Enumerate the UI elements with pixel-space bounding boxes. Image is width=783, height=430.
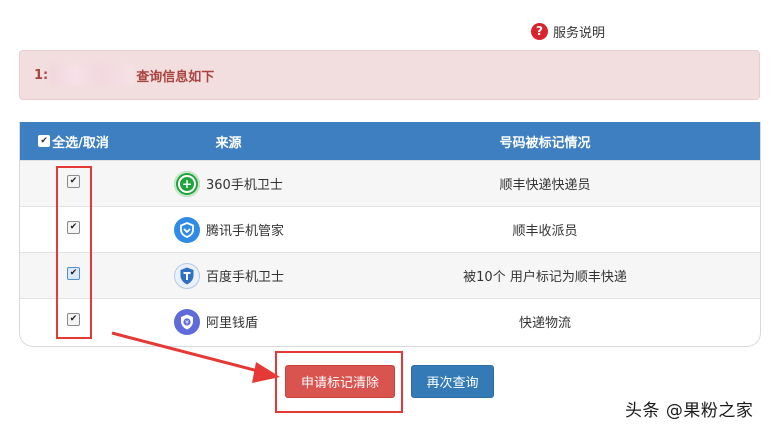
result-alert: 1: 查询信息如下 bbox=[19, 50, 760, 100]
redacted-phone bbox=[49, 64, 136, 86]
phone-prefix: 1: bbox=[34, 67, 49, 83]
source-name: 360手机卫士 bbox=[206, 178, 283, 193]
select-all-checkbox[interactable]: ✔ bbox=[38, 135, 51, 147]
table-row: ✔ 百度手机卫士 被10个 用户标记为顺丰快递 bbox=[20, 252, 760, 298]
table-row: ✔ + 360手机卫士 顺丰快递快递员 bbox=[20, 160, 760, 206]
baidu-guard-icon bbox=[174, 262, 200, 289]
mark-status: 顺丰收派员 bbox=[512, 224, 578, 239]
source-header: 来源 bbox=[215, 135, 242, 151]
source-name: 百度手机卫士 bbox=[206, 270, 285, 285]
table-header: ✔ 全选/取消 来源 号码被标记情况 bbox=[20, 122, 760, 160]
ali-qiandun-icon: ¥ bbox=[174, 308, 200, 335]
requery-button[interactable]: 再次查询 bbox=[411, 365, 494, 398]
checkbox-highlight-box bbox=[56, 166, 92, 339]
select-all-label: 全选/取消 bbox=[52, 135, 109, 151]
select-all-toggle[interactable]: ✔ 全选/取消 bbox=[20, 132, 127, 151]
svg-text:¥: ¥ bbox=[185, 319, 189, 326]
mark-status: 被10个 用户标记为顺丰快递 bbox=[463, 270, 627, 285]
watermark: 头条 @果粉之家 bbox=[625, 401, 754, 421]
alert-message: 查询信息如下 bbox=[136, 69, 215, 85]
question-circle-icon: ? bbox=[531, 22, 548, 40]
service-info-link[interactable]: ? 服务说明 bbox=[531, 21, 605, 41]
table-row: ✔ 腾讯手机管家 顺丰收派员 bbox=[20, 206, 760, 252]
mark-status: 顺丰快递快递员 bbox=[499, 178, 591, 193]
service-info-label: 服务说明 bbox=[553, 25, 606, 41]
360-guard-icon: + bbox=[174, 170, 200, 197]
mark-status: 快递物流 bbox=[518, 316, 571, 331]
tencent-shield-icon bbox=[174, 216, 200, 243]
table-row: ✔ ¥ 阿里钱盾 快递物流 bbox=[20, 298, 760, 344]
source-name: 腾讯手机管家 bbox=[206, 224, 285, 239]
status-header: 号码被标记情况 bbox=[499, 135, 591, 151]
apply-clear-mark-button[interactable]: 申请标记清除 bbox=[285, 365, 395, 398]
marking-table: ✔ 全选/取消 来源 号码被标记情况 ✔ + 360手机卫士 顺丰快递快递员 ✔… bbox=[19, 122, 761, 347]
source-name: 阿里钱盾 bbox=[206, 316, 259, 331]
